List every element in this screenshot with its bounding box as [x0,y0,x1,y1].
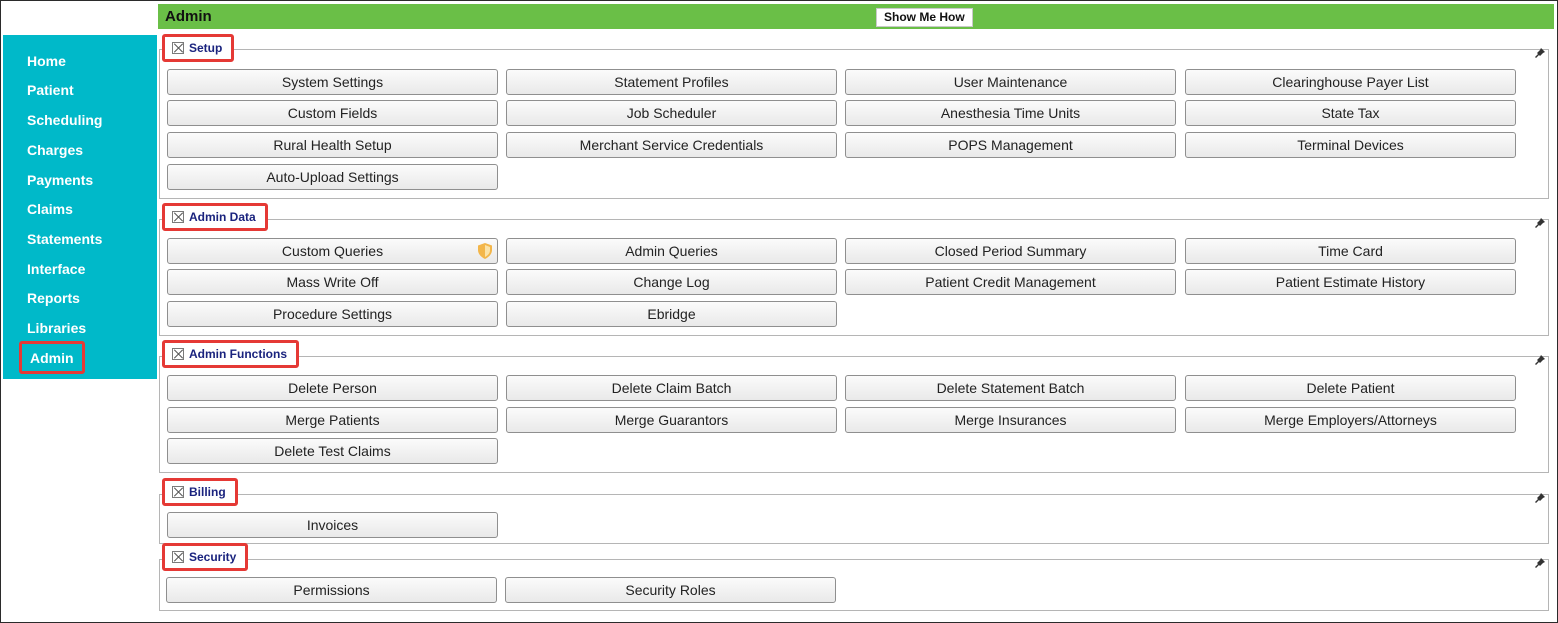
sidebar-item-libraries[interactable]: Libraries [27,319,86,337]
time-card-button[interactable]: Time Card [1185,238,1516,264]
sidebar-item-interface[interactable]: Interface [27,260,85,278]
delete-test-claims-button[interactable]: Delete Test Claims [167,438,498,464]
permissions-button[interactable]: Permissions [166,577,497,603]
pin-icon[interactable] [1535,558,1545,568]
ebridge-button[interactable]: Ebridge [506,301,837,327]
button-label: Custom Queries [281,243,384,259]
sidebar-item-statements[interactable]: Statements [27,230,102,248]
checkbox-x-icon[interactable] [172,348,184,360]
sidebar-item-payments[interactable]: Payments [27,171,93,189]
invoices-button[interactable]: Invoices [167,512,498,538]
pin-icon[interactable] [1535,48,1545,58]
system-settings-button[interactable]: System Settings [167,69,498,95]
statement-profiles-button[interactable]: Statement Profiles [506,69,837,95]
delete-statement-batch-button[interactable]: Delete Statement Batch [845,375,1176,401]
closed-period-summary-button[interactable]: Closed Period Summary [845,238,1176,264]
security-roles-button[interactable]: Security Roles [505,577,836,603]
section-title: Setup [189,41,223,55]
section-header-security[interactable]: Security [162,543,249,571]
pin-icon[interactable] [1535,218,1545,228]
clearinghouse-payer-list-button[interactable]: Clearinghouse Payer List [1185,69,1516,95]
custom-queries-button[interactable]: Custom Queries [167,238,498,264]
sidebar-nav: Home Patient Scheduling Charges Payments… [3,35,157,379]
merchant-service-credentials-button[interactable]: Merchant Service Credentials [506,132,837,158]
sidebar-item-claims[interactable]: Claims [27,200,73,218]
section-title: Security [189,550,237,564]
sidebar-item-home[interactable]: Home [27,52,66,70]
sidebar-item-admin[interactable]: Admin [19,341,85,374]
app-frame: Admin Show Me How Home Patient Schedulin… [0,0,1558,623]
delete-patient-button[interactable]: Delete Patient [1185,375,1516,401]
section-header-admin-data[interactable]: Admin Data [162,203,268,231]
checkbox-x-icon[interactable] [172,551,184,563]
change-log-button[interactable]: Change Log [506,269,837,295]
section-header-admin-functions[interactable]: Admin Functions [162,340,299,368]
shield-icon [478,243,492,259]
pin-icon[interactable] [1535,493,1545,503]
section-header-setup[interactable]: Setup [162,34,235,62]
pops-management-button[interactable]: POPS Management [845,132,1176,158]
section-title: Billing [189,485,226,499]
page-header: Admin Show Me How [158,4,1554,29]
section-header-billing[interactable]: Billing [162,478,238,506]
merge-patients-button[interactable]: Merge Patients [167,407,498,433]
merge-employers-attorneys-button[interactable]: Merge Employers/Attorneys [1185,407,1516,433]
section-title: Admin Functions [189,347,287,361]
user-maintenance-button[interactable]: User Maintenance [845,69,1176,95]
sidebar-item-scheduling[interactable]: Scheduling [27,111,102,129]
admin-queries-button[interactable]: Admin Queries [506,238,837,264]
job-scheduler-button[interactable]: Job Scheduler [506,100,837,126]
sidebar-item-charges[interactable]: Charges [27,141,83,159]
checkbox-x-icon[interactable] [172,486,184,498]
mass-write-off-button[interactable]: Mass Write Off [167,269,498,295]
checkbox-x-icon[interactable] [172,211,184,223]
patient-credit-management-button[interactable]: Patient Credit Management [845,269,1176,295]
page-title: Admin [165,8,212,25]
anesthesia-time-units-button[interactable]: Anesthesia Time Units [845,100,1176,126]
sidebar-item-reports[interactable]: Reports [27,289,80,307]
pin-icon[interactable] [1535,355,1545,365]
delete-claim-batch-button[interactable]: Delete Claim Batch [506,375,837,401]
delete-person-button[interactable]: Delete Person [167,375,498,401]
state-tax-button[interactable]: State Tax [1185,100,1516,126]
patient-estimate-history-button[interactable]: Patient Estimate History [1185,269,1516,295]
custom-fields-button[interactable]: Custom Fields [167,100,498,126]
checkbox-x-icon[interactable] [172,42,184,54]
rural-health-setup-button[interactable]: Rural Health Setup [167,132,498,158]
sidebar-item-patient[interactable]: Patient [27,81,74,99]
auto-upload-settings-button[interactable]: Auto-Upload Settings [167,164,498,190]
section-title: Admin Data [189,210,256,224]
merge-insurances-button[interactable]: Merge Insurances [845,407,1176,433]
merge-guarantors-button[interactable]: Merge Guarantors [506,407,837,433]
procedure-settings-button[interactable]: Procedure Settings [167,301,498,327]
show-me-how-button[interactable]: Show Me How [876,8,973,27]
terminal-devices-button[interactable]: Terminal Devices [1185,132,1516,158]
